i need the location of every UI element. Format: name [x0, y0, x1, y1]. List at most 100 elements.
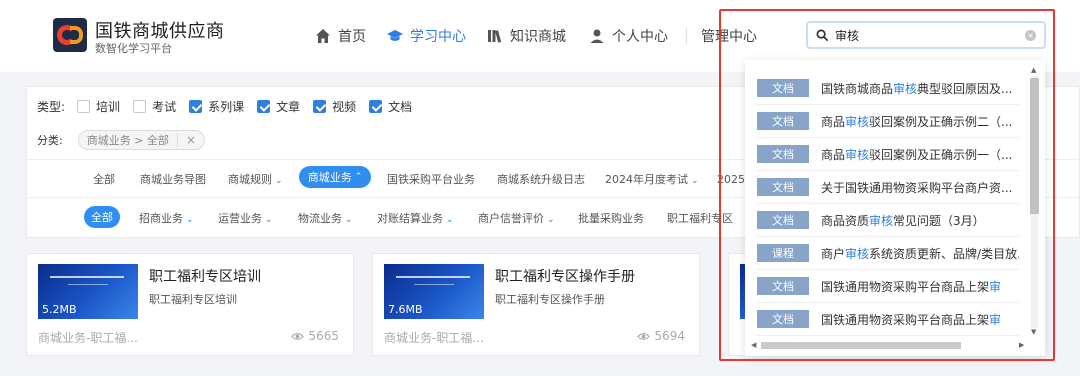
books-icon — [488, 30, 502, 43]
title-text: 商品资质 — [821, 213, 870, 228]
remove-tag-icon[interactable]: × — [176, 133, 196, 147]
search-icon — [816, 29, 829, 41]
suggestion-item[interactable]: 文档 关于国铁通用物资采购平台商户资... — [757, 171, 1019, 204]
category-all[interactable]: 全部 — [93, 171, 115, 187]
type-checkbox-exam[interactable]: 考试 — [133, 98, 176, 115]
type-badge: 文档 — [757, 310, 809, 328]
category-mall-rules[interactable]: 商城规则 ⌄ — [228, 171, 283, 187]
vertical-scrollbar[interactable]: ▲ ▼ — [1029, 66, 1039, 338]
view-count-value: 5665 — [308, 329, 339, 343]
type-checkbox-article[interactable]: 文章 — [257, 98, 300, 115]
nav-home[interactable]: 首页 — [315, 26, 366, 46]
scroll-right-arrow-icon[interactable]: ▶ — [1019, 341, 1024, 349]
subcategory-all[interactable]: 全部 — [84, 206, 120, 228]
suggestion-item[interactable]: 课程 商户审核系统资质更新、品牌/类目放... — [757, 237, 1019, 270]
chevron-down-icon: ⌄ — [265, 215, 273, 225]
category-label: 对账结算业务 — [377, 212, 443, 225]
subcategory-settlement[interactable]: 对账结算业务 ⌄ — [377, 210, 454, 226]
type-badge: 文档 — [757, 277, 809, 295]
nav-learning-center[interactable]: 学习中心 — [387, 26, 466, 46]
category-mall-map[interactable]: 商城业务导图 — [140, 171, 206, 187]
scroll-down-arrow-icon[interactable]: ▼ — [1031, 328, 1036, 336]
suggestion-title: 商户审核系统资质更新、品牌/类目放... — [821, 245, 1019, 262]
suggestion-item[interactable]: 文档 商品审核驳回案例及正确示例一（... — [757, 138, 1019, 171]
type-checkbox-label: 培训 — [96, 100, 121, 114]
category-label: 招商业务 — [139, 212, 183, 225]
nav-divider — [686, 28, 687, 44]
chevron-down-icon: ⌄ — [446, 215, 454, 225]
view-count: 5665 — [291, 329, 339, 343]
subcategory-merchant-recruit[interactable]: 招商业务 ⌄ — [139, 210, 194, 226]
card-category-path: 商城业务-职工福... — [384, 331, 484, 345]
subcategory-logistics[interactable]: 物流业务 ⌄ — [298, 210, 353, 226]
title-text: 商品 — [821, 147, 846, 162]
category-mall-business[interactable]: 商城业务 ⌃ — [299, 166, 371, 188]
scroll-up-arrow-icon[interactable]: ▲ — [1031, 66, 1036, 74]
category-tag-label: 商城业务 > 全部 — [86, 134, 169, 147]
chevron-down-icon: ⌄ — [691, 176, 699, 186]
category-upgrade-log[interactable]: 商城系统升级日志 — [497, 171, 585, 187]
card-title: 职工福利专区培训 — [149, 269, 261, 285]
suggestion-item[interactable]: 文档 商品资质审核常见问题（3月） — [757, 204, 1019, 237]
category-label: 物流业务 — [298, 212, 342, 225]
course-card[interactable]: 5.2MB 职工福利专区培训 职工福利专区培训 商城业务-职工福... 5665 — [26, 253, 354, 356]
scroll-left-arrow-icon[interactable]: ◀ — [751, 341, 756, 349]
scrollbar-thumb[interactable] — [1030, 78, 1039, 214]
title-text: 系统资质更新、品牌/类目放... — [869, 246, 1019, 261]
suggestion-item[interactable]: 文档 国铁通用物资采购平台商品上架审 — [757, 270, 1019, 303]
course-card[interactable]: 7.6MB 职工福利专区操作手册 职工福利专区操作手册 商城业务-职工福... … — [372, 253, 700, 356]
suggestion-title: 关于国铁通用物资采购平台商户资... — [821, 179, 1012, 196]
category-tag[interactable]: 商城业务 > 全部 × — [77, 130, 205, 150]
keyword-highlight: 审核 — [845, 147, 870, 162]
category-procurement[interactable]: 国铁采购平台业务 — [387, 171, 475, 187]
suggestion-item[interactable]: 文档 国铁商城商品审核典型驳回原因及... — [757, 72, 1019, 105]
type-filter-row: 类型: 培训 考试 系列课 文章 视频 文档 — [37, 98, 425, 115]
brand-subtitle: 数智化学习平台 — [95, 42, 172, 55]
type-checkbox-video[interactable]: 视频 — [313, 98, 356, 115]
keyword-highlight: 审核 — [869, 213, 894, 228]
card-thumbnail: 7.6MB — [384, 264, 484, 319]
suggestion-title: 国铁商城商品审核典型驳回原因及... — [821, 80, 1012, 97]
home-icon — [316, 29, 330, 43]
keyword-highlight: 审核 — [845, 114, 870, 129]
chevron-down-icon: ⌄ — [186, 215, 194, 225]
nav-admin-center[interactable]: 管理中心 — [701, 26, 757, 46]
title-text: 商品 — [821, 114, 846, 129]
suggestion-item[interactable]: 文档 国铁通用物资采购平台商品上架审 — [757, 303, 1019, 336]
search-box[interactable]: × — [806, 21, 1046, 49]
card-subtitle: 职工福利专区培训 — [149, 293, 237, 306]
keyword-highlight: 审核 — [893, 81, 918, 96]
nav-learning-center-label: 学习中心 — [410, 29, 466, 45]
app-logo[interactable] — [53, 18, 87, 52]
type-checkbox-document[interactable]: 文档 — [369, 98, 412, 115]
type-checkbox-training[interactable]: 培训 — [77, 98, 120, 115]
card-thumbnail: 5.2MB — [38, 264, 138, 319]
nav-knowledge-mall-label: 知识商城 — [510, 29, 566, 45]
subcategory-reputation[interactable]: 商户信誉评价 ⌄ — [478, 210, 555, 226]
title-text: 商户 — [821, 246, 846, 261]
user-icon — [590, 29, 604, 43]
subcategory-welfare[interactable]: 职工福利专区 — [667, 210, 733, 226]
type-checkbox-label: 系列课 — [208, 100, 245, 114]
nav-personal-center[interactable]: 个人中心 — [589, 26, 668, 46]
nav-knowledge-mall[interactable]: 知识商城 — [487, 26, 566, 46]
subcategory-operations[interactable]: 运营业务 ⌄ — [218, 210, 273, 226]
eye-icon — [291, 332, 305, 340]
type-checkbox-series[interactable]: 系列课 — [189, 98, 244, 115]
category-monthly-exam[interactable]: 2024年月度考试 ⌄ — [605, 171, 699, 187]
horizontal-scrollbar[interactable]: ◀ ▶ — [751, 340, 1027, 350]
type-badge: 文档 — [757, 145, 809, 163]
title-text: 国铁通用物资采购平台商品上架 — [821, 312, 990, 327]
card-title: 职工福利专区操作手册 — [495, 269, 635, 285]
keyword-highlight: 审 — [989, 312, 1002, 327]
clear-search-icon[interactable]: × — [1025, 30, 1036, 41]
suggestion-title: 国铁通用物资采购平台商品上架审 — [821, 311, 1001, 328]
suggestion-title: 商品资质审核常见问题（3月） — [821, 212, 985, 229]
category-label: 商城规则 — [228, 173, 272, 186]
scrollbar-thumb[interactable] — [761, 342, 961, 349]
file-size: 7.6MB — [388, 303, 423, 316]
suggestion-item[interactable]: 文档 商品审核驳回案例及正确示例二（... — [757, 105, 1019, 138]
search-input[interactable] — [835, 28, 1015, 42]
subcategory-bulk-purchase[interactable]: 批量采购业务 — [578, 210, 644, 226]
title-text: 典型驳回原因及... — [917, 81, 1013, 96]
